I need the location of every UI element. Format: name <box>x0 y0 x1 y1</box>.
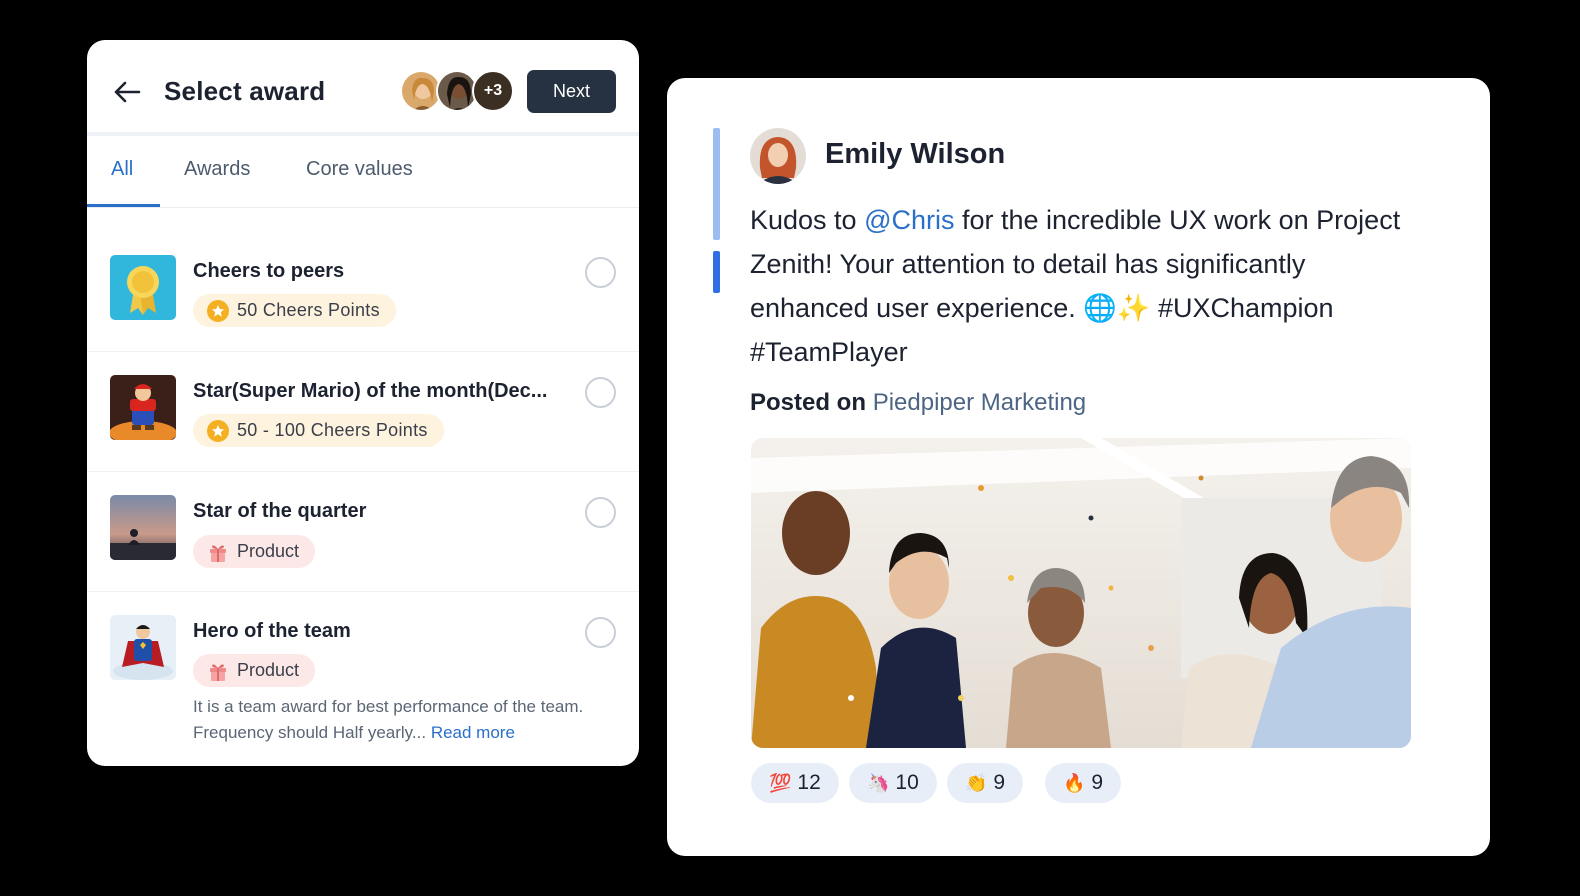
page-title: Select award <box>164 76 326 106</box>
reaction-fire[interactable]: 🔥 9 <box>1045 763 1122 803</box>
avatar[interactable] <box>750 128 806 184</box>
select-award-panel: Select award +3 Next All Awards Core val… <box>87 40 639 766</box>
award-item-cheers-to-peers[interactable]: Cheers to peers 50 Cheers Points <box>87 232 639 352</box>
category-label: Product <box>237 541 300 561</box>
read-more-link[interactable]: Read more <box>431 723 515 742</box>
select-radio[interactable] <box>585 617 616 648</box>
message-text: Kudos to <box>750 205 865 235</box>
tab-all[interactable]: All <box>111 158 133 181</box>
reaction-count: 10 <box>895 771 919 794</box>
reaction-clap[interactable]: 👏 9 <box>947 763 1024 803</box>
active-tab-indicator <box>87 204 160 207</box>
ribbon-medal-icon <box>110 255 176 320</box>
category-badge: Product <box>193 535 316 568</box>
award-panel-header: Select award +3 Next <box>87 40 639 140</box>
next-button[interactable]: Next <box>527 70 616 113</box>
award-item-star-of-the-quarter[interactable]: Star of the quarter Product <box>87 472 639 592</box>
points-label: 50 - 100 Cheers Points <box>237 420 428 440</box>
reaction-count: 9 <box>993 771 1006 794</box>
star-coin-icon <box>207 299 229 322</box>
sunset-person-icon <box>110 495 176 560</box>
mario-figure-icon <box>110 375 176 440</box>
award-name: Hero of the team <box>193 620 351 642</box>
more-avatars-count: +3 <box>472 70 514 112</box>
gift-icon <box>210 544 226 562</box>
post-message: Kudos to @Chris for the incredible UX wo… <box>750 198 1430 374</box>
award-name: Star(Super Mario) of the month(Dec... <box>193 380 548 402</box>
quote-accent-bar <box>713 251 720 293</box>
reaction-count: 9 <box>1091 771 1104 794</box>
kudos-post-card: Emily Wilson Kudos to @Chris for the inc… <box>667 78 1490 856</box>
points-badge: 50 Cheers Points <box>193 294 396 327</box>
celebration-photo <box>751 438 1411 748</box>
reaction-count: 12 <box>797 771 821 794</box>
award-name: Cheers to peers <box>193 260 345 282</box>
quote-accent-bar <box>713 128 720 240</box>
award-item-star-super-mario[interactable]: Star(Super Mario) of the month(Dec... 50… <box>87 352 639 472</box>
award-item-hero-of-the-team[interactable]: Hero of the team Product It is a team aw… <box>87 592 639 766</box>
channel-link[interactable]: Piedpiper Marketing <box>873 389 1086 416</box>
tab-awards[interactable]: Awards <box>184 158 250 181</box>
tab-core-values[interactable]: Core values <box>306 158 413 181</box>
superhero-figure-icon <box>110 615 176 680</box>
clapping-hands-icon: 👏 <box>965 772 988 794</box>
select-radio[interactable] <box>585 257 616 288</box>
category-badge: Product <box>193 654 316 687</box>
points-badge: 50 - 100 Cheers Points <box>193 414 444 447</box>
recipient-avatars[interactable]: +3 <box>400 70 516 112</box>
gift-icon <box>210 663 226 681</box>
description-text: It is a team award for best performance … <box>193 697 584 742</box>
star-coin-icon <box>207 419 229 442</box>
reaction-unicorn[interactable]: 🦄 10 <box>849 763 937 803</box>
posted-on-label: Posted on <box>750 389 867 416</box>
award-tabs: All Awards Core values <box>87 136 639 208</box>
mention-link[interactable]: @Chris <box>864 205 954 235</box>
reaction-hundred[interactable]: 💯 12 <box>751 763 839 803</box>
author-name[interactable]: Emily Wilson <box>825 138 1005 171</box>
select-radio[interactable] <box>585 497 616 528</box>
hundred-points-icon: 💯 <box>769 772 792 794</box>
back-arrow-icon[interactable] <box>111 76 143 108</box>
award-description: It is a team award for best performance … <box>193 694 623 746</box>
points-label: 50 Cheers Points <box>237 300 380 320</box>
award-name: Star of the quarter <box>193 500 367 522</box>
unicorn-icon: 🦄 <box>867 772 890 794</box>
fire-icon: 🔥 <box>1063 772 1086 794</box>
category-label: Product <box>237 660 300 680</box>
select-radio[interactable] <box>585 377 616 408</box>
posted-on: Posted on Piedpiper Marketing <box>750 389 1086 417</box>
